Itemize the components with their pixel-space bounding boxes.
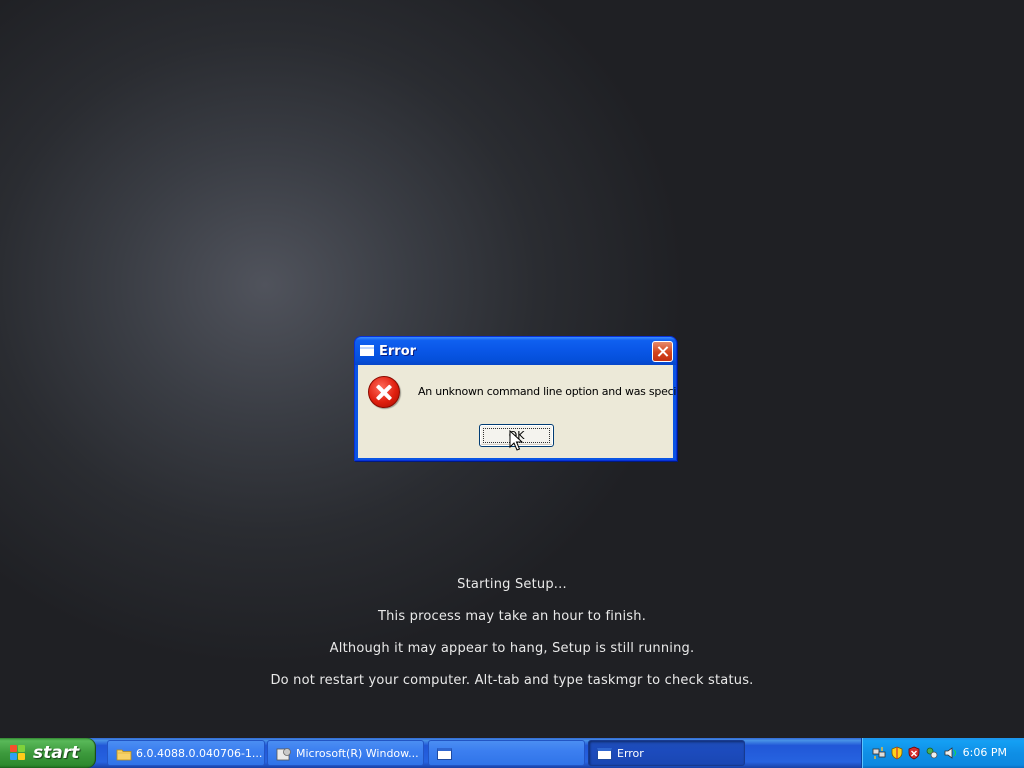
taskbar-item-setup[interactable]: Microsoft(R) Window... xyxy=(267,740,424,766)
folder-icon xyxy=(116,749,132,761)
taskbar-item-label: Microsoft(R) Window... xyxy=(296,747,419,760)
sync-icon[interactable] xyxy=(925,746,939,760)
setup-icon xyxy=(276,748,291,761)
taskbar-item-folder[interactable]: 6.0.4088.0.040706-1... xyxy=(107,740,265,766)
close-button[interactable] xyxy=(652,341,673,362)
setup-status-line-3: Although it may appear to hang, Setup is… xyxy=(329,641,695,656)
window-icon-wrap xyxy=(437,748,453,762)
setup-status-line-2: This process may take an hour to finish. xyxy=(377,609,647,624)
start-label: start xyxy=(33,743,80,763)
error-icon xyxy=(368,376,400,408)
taskbar-item-label: 6.0.4088.0.040706-1... xyxy=(136,747,263,760)
setup-status-line-1: Starting Setup... xyxy=(457,577,567,592)
window-icon xyxy=(597,748,612,760)
dialog-titlebar[interactable]: Error xyxy=(355,337,676,365)
mouse-cursor-icon xyxy=(509,430,523,451)
clock[interactable]: 6:06 PM xyxy=(963,746,1007,759)
antivirus-icon[interactable] xyxy=(907,746,921,760)
taskbar-item-label: Error xyxy=(617,747,644,760)
window-icon-wrap xyxy=(597,748,613,762)
error-message: An unknown command line option and was s… xyxy=(418,385,677,398)
start-button[interactable]: start xyxy=(0,738,96,768)
system-tray: 6:06 PM xyxy=(861,738,1024,768)
taskbar-item-window[interactable] xyxy=(428,740,585,766)
window-icon xyxy=(360,345,374,356)
dialog-title: Error xyxy=(379,344,417,359)
setup-status-line-4: Do not restart your computer. Alt-tab an… xyxy=(270,673,754,688)
taskbar-item-error[interactable]: Error xyxy=(588,740,745,766)
windows-logo-icon xyxy=(10,745,27,761)
window-icon xyxy=(437,748,452,760)
taskbar: start 6.0.4088.0.040706-1... Microsoft(R… xyxy=(0,738,1024,768)
network-icon[interactable] xyxy=(872,746,886,760)
security-shield-icon[interactable] xyxy=(890,746,904,760)
volume-icon[interactable] xyxy=(943,746,957,760)
